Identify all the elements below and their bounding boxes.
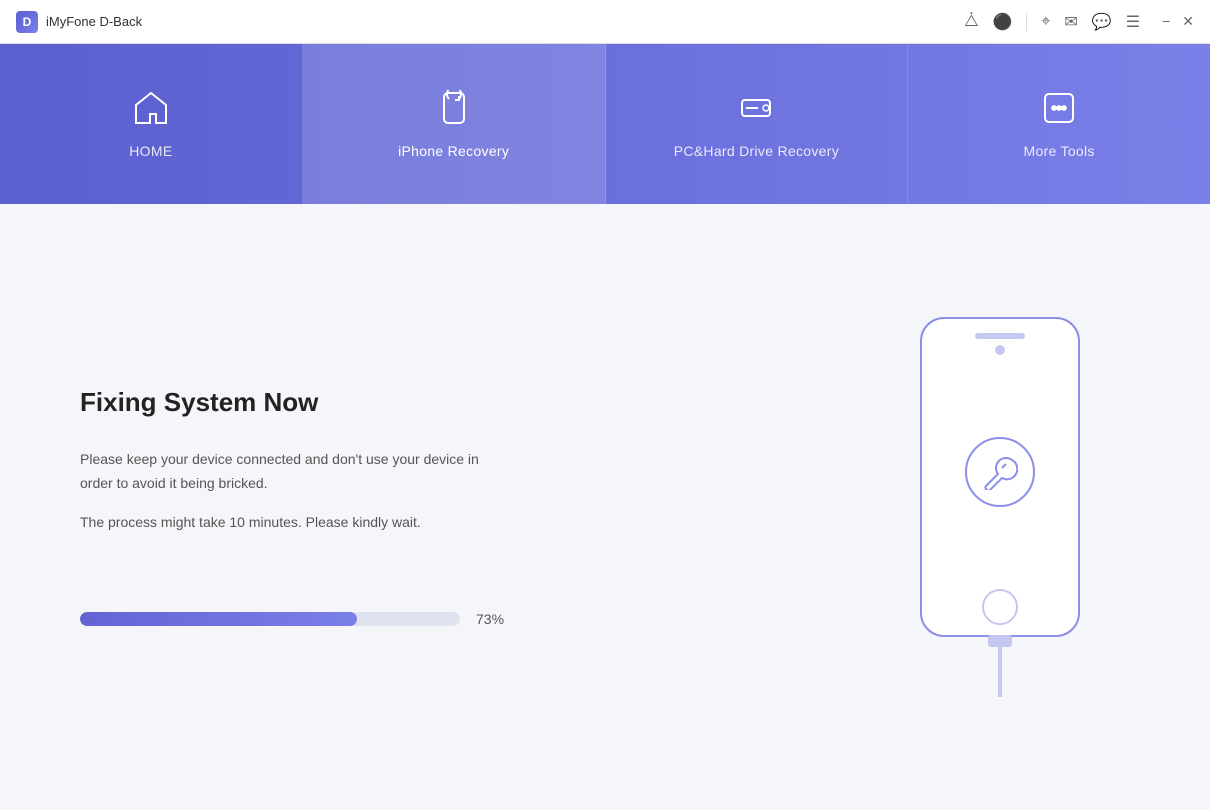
content-right bbox=[790, 204, 1210, 810]
progress-bar-container: 73% bbox=[80, 611, 710, 627]
main-content: Fixing System Now Please keep your devic… bbox=[0, 204, 1210, 810]
cable-connector bbox=[988, 635, 1012, 647]
location-icon[interactable]: ⌖ bbox=[1041, 13, 1050, 31]
fixing-description-2: The process might take 10 minutes. Pleas… bbox=[80, 511, 510, 535]
progress-bar-fill bbox=[80, 612, 357, 626]
chat-icon[interactable]: 💬 bbox=[1092, 12, 1112, 32]
share-icon[interactable]: ⧊ bbox=[964, 13, 978, 31]
title-bar-left: D iMyFone D-Back bbox=[16, 11, 142, 33]
nav-bar: HOME iPhone Recovery PC&Hard Drive Recov… bbox=[0, 44, 1210, 204]
nav-item-more-tools[interactable]: More Tools bbox=[908, 44, 1210, 204]
phone-illustration bbox=[900, 317, 1100, 697]
wrench-icon bbox=[982, 454, 1018, 490]
phone-home-button bbox=[982, 589, 1018, 625]
nav-label-pc-recovery: PC&Hard Drive Recovery bbox=[674, 143, 839, 159]
phone-cable bbox=[988, 635, 1012, 697]
nav-label-more-tools: More Tools bbox=[1024, 143, 1095, 159]
fixing-title: Fixing System Now bbox=[80, 387, 710, 418]
title-bar: D iMyFone D-Back ⧊ ⚫ ⌖ ✉ 💬 ☰ − ✕ bbox=[0, 0, 1210, 44]
fixing-description-1: Please keep your device connected and do… bbox=[80, 448, 510, 496]
close-button[interactable]: ✕ bbox=[1182, 13, 1194, 30]
nav-item-home[interactable]: HOME bbox=[0, 44, 303, 204]
refresh-icon bbox=[436, 90, 472, 131]
mail-icon[interactable]: ✉ bbox=[1064, 12, 1077, 32]
content-left: Fixing System Now Please keep your devic… bbox=[0, 204, 790, 810]
title-bar-right: ⧊ ⚫ ⌖ ✉ 💬 ☰ − ✕ bbox=[964, 12, 1194, 32]
nav-label-iphone-recovery: iPhone Recovery bbox=[398, 143, 509, 159]
phone-camera bbox=[995, 345, 1005, 355]
account-icon[interactable]: ⚫ bbox=[992, 12, 1012, 32]
more-icon bbox=[1041, 90, 1077, 131]
app-title: iMyFone D-Back bbox=[46, 14, 142, 29]
window-controls: − ✕ bbox=[1162, 13, 1194, 30]
nav-item-iphone-recovery[interactable]: iPhone Recovery bbox=[303, 44, 606, 204]
home-icon bbox=[133, 90, 169, 131]
nav-item-pc-recovery[interactable]: PC&Hard Drive Recovery bbox=[606, 44, 909, 204]
phone-body bbox=[920, 317, 1080, 637]
nav-label-home: HOME bbox=[129, 143, 172, 159]
cable-wire bbox=[998, 647, 1002, 697]
progress-section: 73% bbox=[80, 611, 710, 627]
hdd-icon bbox=[738, 90, 774, 131]
progress-bar-track bbox=[80, 612, 460, 626]
divider bbox=[1026, 13, 1027, 31]
phone-speaker bbox=[975, 333, 1025, 339]
minimize-button[interactable]: − bbox=[1162, 13, 1170, 30]
progress-percent: 73% bbox=[476, 611, 512, 627]
phone-screen bbox=[922, 355, 1078, 589]
menu-icon[interactable]: ☰ bbox=[1126, 12, 1140, 32]
app-logo: D bbox=[16, 11, 38, 33]
wrench-icon-container bbox=[965, 437, 1035, 507]
